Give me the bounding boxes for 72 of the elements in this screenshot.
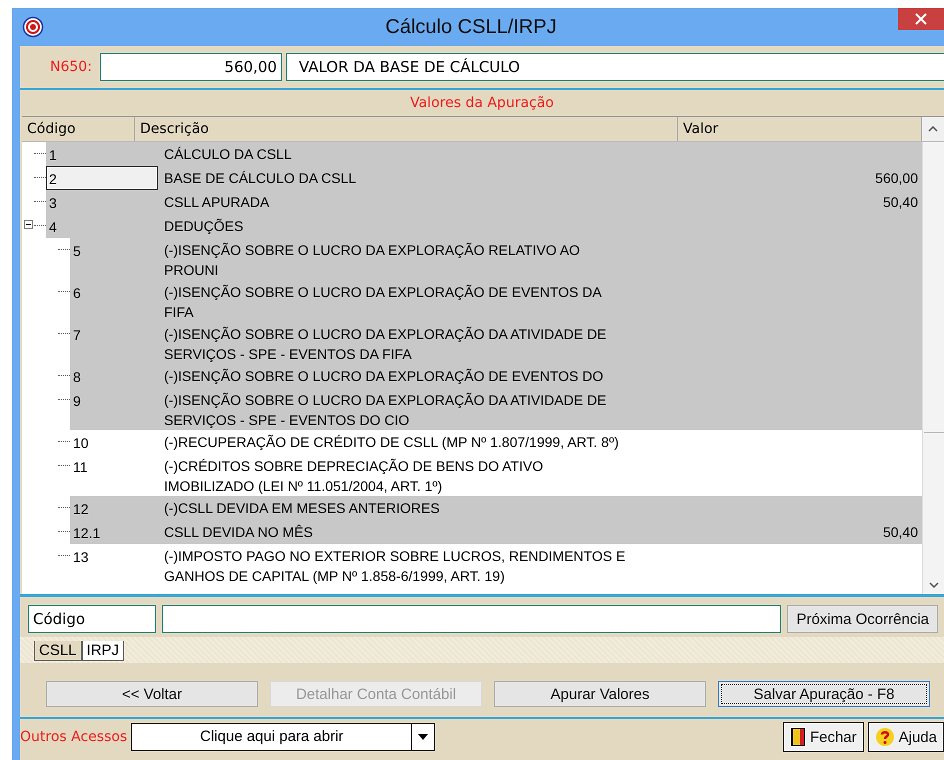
collapse-icon[interactable]	[24, 220, 33, 229]
description-cell-text: CSLL DEVIDA NO MÊS	[163, 523, 314, 542]
tree-row[interactable]: 8 (-)ISENÇÃO SOBRE O LUCRO DA EXPLORAÇÃO DE EVENTOS DO	[70, 364, 922, 388]
value-cell-text: 50,40	[882, 193, 919, 212]
other-access-label: Outros Acessos	[20, 729, 128, 745]
description-cell-text: (-)CRÉDITOS SOBRE DEPRECIAÇÃO DE BENS DO ATIVO IMOBILIZADO (LEI Nº 11.051/2004, ART. 1º)	[163, 457, 544, 496]
description-cell-text: CSLL APURADA	[163, 193, 270, 212]
description-cell-text: CÁLCULO DA CSLL	[163, 145, 293, 164]
tab[interactable]: CSLL	[34, 641, 82, 661]
close-button[interactable]	[898, 8, 944, 30]
description-field[interactable]: VALOR DA BASE DE CÁLCULO	[286, 53, 944, 81]
description-cell-text: DEDUÇÕES	[163, 217, 244, 236]
code-cell-text: 9	[72, 392, 82, 411]
action-button[interactable]: << Voltar	[46, 681, 258, 707]
tree-row[interactable]: 10 (-)RECUPERAÇÃO DE CRÉDITO DE CSLL (MP Nº 1.807/1999, ART. 8º)	[70, 430, 922, 454]
tree-row[interactable]: 5 (-)ISENÇÃO SOBRE O LUCRO DA EXPLORAÇÃO RELATIVO AO PROUNI	[70, 238, 922, 280]
search-column-field[interactable]: Código	[28, 605, 156, 633]
description-cell-text: (-)IMPOSTO PAGO NO EXTERIOR SOBRE LUCROS, RENDIMENTOS E GANHOS DE CAPITAL (MP Nº 1.858-6/1999, ART. 19)	[163, 547, 626, 586]
code-cell-text: 7	[72, 326, 82, 345]
description-cell-text: (-)ISENÇÃO SOBRE O LUCRO DA EXPLORAÇÃO DA ATIVIDADE DE SERVIÇOS - SPE - EVENTOS DO CIO	[163, 391, 608, 430]
description-cell-text: (-)ISENÇÃO SOBRE O LUCRO DA EXPLORAÇÃO DA ATIVIDADE DE SERVIÇOS - SPE - EVENTOS DA FIFA	[163, 325, 608, 364]
tree-row[interactable]: 2 BASE DE CÁLCULO DA CSLL 560,00	[46, 166, 922, 190]
question-icon	[874, 727, 895, 747]
tab[interactable]: IRPJ	[82, 641, 124, 661]
code-cell-text: 8	[72, 368, 82, 387]
code-cell-text: 4	[48, 218, 58, 237]
description-cell-text: (-)CSLL DEVIDA EM MESES ANTERIORES	[163, 499, 441, 518]
close-window-button[interactable]: Fechar	[782, 722, 864, 752]
code-cell-text: 5	[72, 242, 82, 261]
action-button[interactable]: Salvar Apuração - F8	[718, 681, 930, 707]
code-cell: 2	[46, 166, 158, 190]
scroll-up-icon[interactable]	[928, 126, 938, 132]
tree-row[interactable]: 12 (-)CSLL DEVIDA EM MESES ANTERIORES	[70, 496, 922, 520]
value-cell-text: 50,40	[882, 523, 919, 542]
code-cell-text: 12.1	[72, 524, 102, 543]
tree-row[interactable]: 13 (-)IMPOSTO PAGO NO EXTERIOR SOBRE LUCROS, RENDIMENTOS E GANHOS DE CAPITAL (MP Nº 1.858-6/1999, ART. 19)	[70, 544, 922, 586]
code-cell-text: 3	[48, 194, 58, 213]
action-button[interactable]: Apurar Valores	[494, 681, 706, 707]
door-icon	[790, 727, 806, 747]
next-occurrence-button[interactable]: Próxima Ocorrência	[787, 605, 938, 633]
description-cell-text: (-)ISENÇÃO SOBRE O LUCRO DA EXPLORAÇÃO RELATIVO AO PROUNI	[163, 241, 581, 280]
field-label: N650:	[50, 59, 92, 75]
tree-row[interactable]: 9 (-)ISENÇÃO SOBRE O LUCRO DA EXPLORAÇÃO DA ATIVIDADE DE SERVIÇOS - SPE - EVENTOS DO CIO	[70, 388, 922, 430]
help-button[interactable]: Ajuda	[868, 722, 944, 752]
value-cell-text: 560,00	[874, 169, 919, 188]
description-cell-text: (-)ISENÇÃO SOBRE O LUCRO DA EXPLORAÇÃO DE EVENTOS DO	[163, 367, 604, 386]
column-header[interactable]: Descrição	[135, 117, 678, 141]
search-field[interactable]	[162, 605, 782, 633]
description-cell-text: BASE DE CÁLCULO DA CSLL	[163, 169, 358, 188]
column-header[interactable]: Código	[22, 117, 135, 141]
tree-row[interactable]: 1 CÁLCULO DA CSLL	[46, 142, 922, 166]
section-header: Valores da Apuração	[409, 94, 555, 113]
description-cell-text: (-)ISENÇÃO SOBRE O LUCRO DA EXPLORAÇÃO DE EVENTOS DA FIFA	[163, 283, 602, 322]
tree-row[interactable]: 11 (-)CRÉDITOS SOBRE DEPRECIAÇÃO DE BENS DO ATIVO IMOBILIZADO (LEI Nº 11.051/2004, ART. 1º)	[70, 454, 922, 496]
code-cell-text: 12	[72, 500, 90, 519]
tree-row[interactable]: 12.1 CSLL DEVIDA NO MÊS 50,40	[70, 520, 922, 544]
code-cell-text: 1	[48, 146, 58, 165]
window-title: Cálculo CSLL/IRPJ	[384, 16, 558, 38]
code-cell-text: 11	[72, 458, 89, 477]
tree-row[interactable]: 4 DEDUÇÕES	[46, 214, 922, 238]
description-cell-text: (-)RECUPERAÇÃO DE CRÉDITO DE CSLL (MP Nº 1.807/1999, ART. 8º)	[163, 433, 620, 452]
tree-row[interactable]: 3 CSLL APURADA 50,40	[46, 190, 922, 214]
app-icon	[22, 16, 44, 38]
caret-icon[interactable]	[418, 734, 428, 740]
code-cell-text: 6	[72, 284, 82, 303]
tree-row[interactable]: 7 (-)ISENÇÃO SOBRE O LUCRO DA EXPLORAÇÃO DA ATIVIDADE DE SERVIÇOS - SPE - EVENTOS DA FIFA	[70, 322, 922, 364]
code-cell-text: 10	[72, 434, 90, 453]
close-icon	[915, 13, 927, 25]
code-cell-text: 13	[72, 548, 90, 567]
scroll-down-icon[interactable]	[929, 582, 939, 588]
value-field[interactable]: 560,00	[100, 53, 282, 81]
tree-row[interactable]: 6 (-)ISENÇÃO SOBRE O LUCRO DA EXPLORAÇÃO DE EVENTOS DA FIFA	[70, 280, 922, 322]
